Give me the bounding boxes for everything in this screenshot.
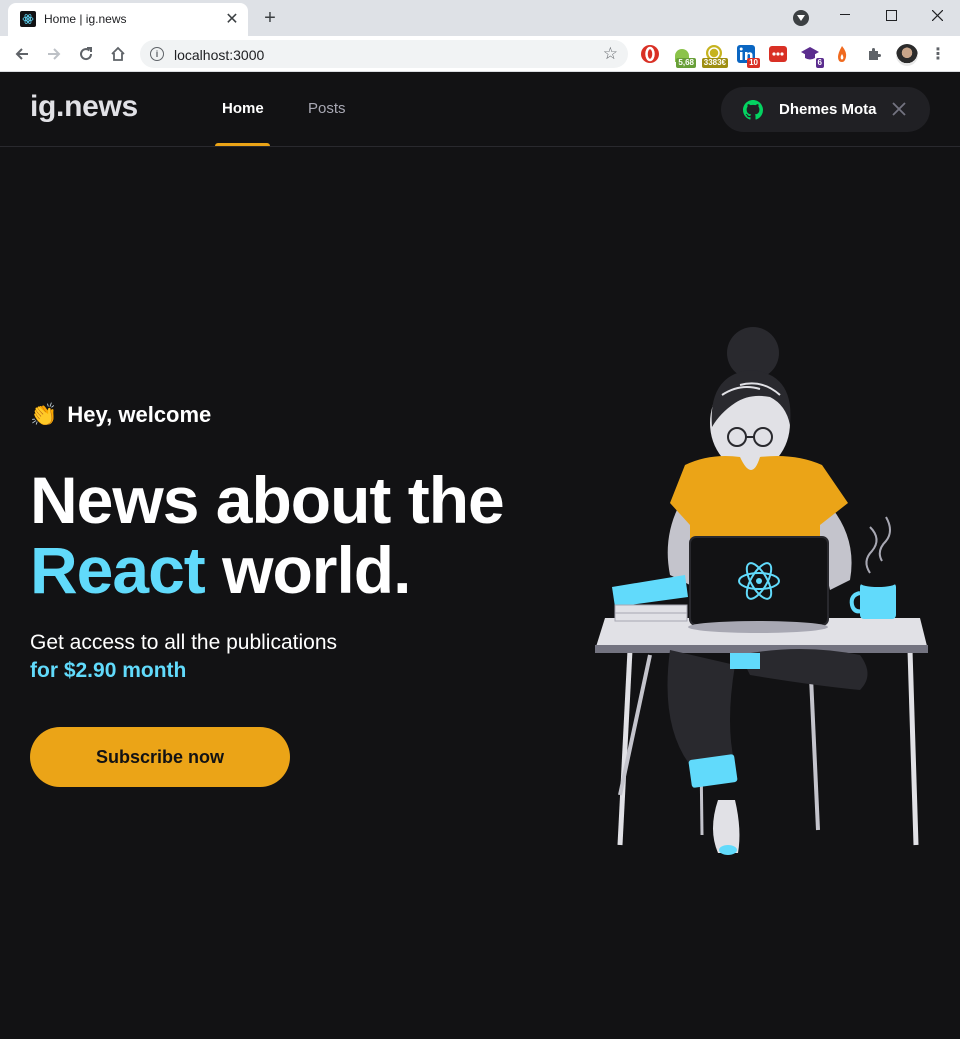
url-text: localhost:3000 — [174, 47, 265, 63]
site-info-icon[interactable]: i — [150, 47, 164, 61]
tab-search-icon[interactable] — [793, 10, 809, 26]
home-icon[interactable] — [104, 40, 132, 68]
address-bar[interactable]: i localhost:3000 ☆ — [140, 40, 628, 68]
close-window-icon[interactable] — [914, 0, 960, 30]
avatar-illustration — [595, 327, 928, 855]
linkedin-ext-icon[interactable]: 10 — [736, 44, 760, 68]
github-signin-button[interactable]: Dhemes Mota — [721, 87, 930, 132]
hero-title: News about the React world. — [30, 465, 570, 605]
minimize-window-icon[interactable] — [822, 0, 868, 30]
ext-badge: 10 — [747, 58, 760, 68]
browser-menu-icon[interactable]: ⋮ — [930, 44, 946, 64]
app-header: ig.news Home Posts Dhemes Mota — [0, 72, 960, 147]
bookmark-star-icon[interactable]: ☆ — [603, 44, 618, 64]
hero-price: for $2.90 month — [30, 659, 187, 682]
maximize-window-icon[interactable] — [868, 0, 914, 30]
ext-badge: 6 — [815, 58, 824, 68]
opera-adblock-icon[interactable] — [640, 44, 660, 64]
extensions-puzzle-icon[interactable] — [864, 44, 884, 64]
back-arrow-icon[interactable] — [8, 40, 36, 68]
flame-ext-icon[interactable] — [832, 44, 852, 64]
ext-badge: 3383€ — [701, 58, 728, 68]
signin-user-name: Dhemes Mota — [779, 101, 877, 118]
hero-title-line2: world. — [222, 533, 411, 607]
hero-title-accent: React — [30, 533, 206, 607]
android-ext-icon[interactable]: 5,68 — [672, 44, 696, 68]
subscribe-button[interactable]: Subscribe now — [30, 727, 290, 787]
new-tab-button[interactable]: + — [258, 6, 282, 30]
tab-close-icon[interactable]: ✕ — [222, 9, 242, 29]
hero-title-line1: News about the — [30, 463, 505, 537]
nav-posts-link[interactable]: Posts — [308, 100, 346, 117]
reload-icon[interactable] — [72, 40, 100, 68]
greeting-text: Hey, welcome — [67, 402, 212, 427]
nav-home-link[interactable]: Home — [222, 100, 264, 117]
github-icon — [743, 100, 763, 120]
signout-close-icon[interactable] — [889, 99, 909, 119]
profile-avatar[interactable] — [896, 44, 918, 66]
hero-greeting: 👏 Hey, welcome — [30, 402, 211, 428]
hero-subtitle: Get access to all the publications — [30, 631, 338, 654]
browser-toolbar: i localhost:3000 ☆ 5,68 3383€ 10 6 ⋮ — [0, 36, 960, 72]
clapping-hands-icon: 👏 — [30, 402, 58, 427]
forward-arrow-icon[interactable] — [40, 40, 68, 68]
active-nav-indicator — [215, 143, 270, 146]
browser-tab[interactable]: Home | ig.news ✕ — [8, 3, 248, 36]
graduation-ext-icon[interactable]: 6 — [800, 44, 824, 68]
coin-ext-icon[interactable]: 3383€ — [701, 44, 728, 68]
ext-badge: 5,68 — [676, 58, 696, 68]
red-dots-ext-icon[interactable] — [768, 44, 788, 64]
browser-tab-bar: Home | ig.news ✕ + — [0, 0, 960, 36]
logo[interactable]: ig.news — [30, 90, 138, 124]
tab-title: Home | ig.news — [44, 12, 127, 26]
react-favicon-icon — [20, 11, 36, 27]
